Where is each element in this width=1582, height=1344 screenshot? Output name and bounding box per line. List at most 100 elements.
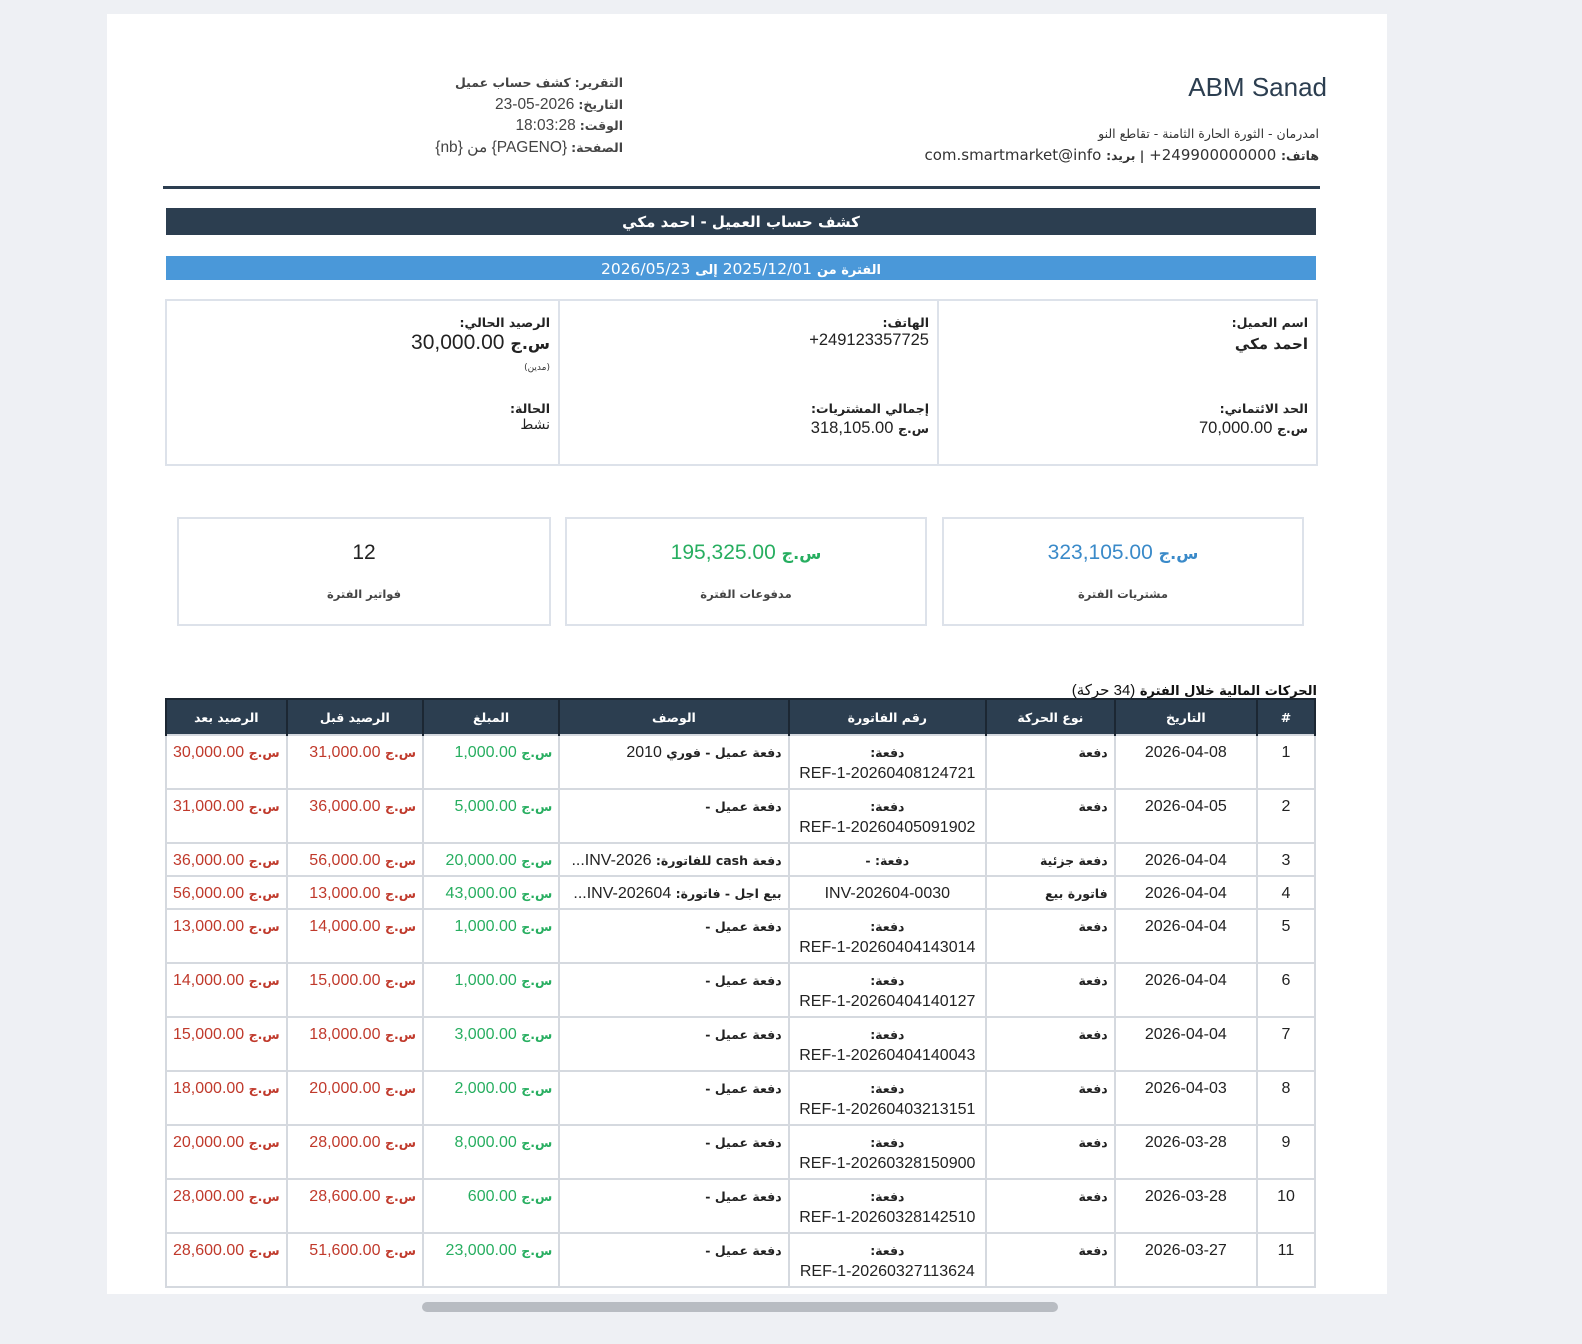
table-row: 2 2026-04-05 دفعة دفعة: REF-1-20260405091902… [165, 788, 1317, 844]
currency-label: س.ج [248, 1243, 280, 1258]
period-bar: الفترة من 2025/12/01 إلى 2026/05/23 [166, 256, 1316, 280]
transactions-caption-text: الحركات المالية خلال الفترة [1139, 684, 1317, 699]
row-balance-after: س.ج 13,000.00 [165, 908, 288, 964]
row-description: دفعة عميل - [558, 1070, 790, 1126]
row-type: دفعة جزئية [985, 842, 1116, 877]
row-invoice-number: REF-1-20260404140043 [799, 1047, 976, 1064]
row-description: دفعة عميل - [558, 1016, 790, 1072]
row-invoice: دفعة: REF-1-20260328142510 [787, 1178, 988, 1234]
currency-label: س.ج [384, 1243, 416, 1258]
currency-label: س.ج [521, 745, 553, 760]
row-amount-value: 1,000.00 [454, 918, 517, 935]
row-description: دفعة عميل - [558, 962, 790, 1018]
time-label: الوقت: [579, 118, 623, 133]
row-type: دفعة [985, 1232, 1116, 1288]
currency-label: س.ج [248, 886, 280, 901]
row-type: دفعة [985, 1016, 1116, 1072]
horizontal-scrollbar[interactable] [422, 1302, 1058, 1312]
row-date: 2026-04-04 [1113, 842, 1258, 877]
row-number: 6 [1255, 962, 1317, 1018]
row-balance-before: س.ج 31,000.00 [285, 734, 424, 790]
balance-note: (مدين) [524, 363, 550, 373]
row-balance-before-value: 13,000.00 [309, 885, 381, 902]
currency-label: س.ج [248, 853, 280, 868]
row-description: بيع اجل - فاتورة: INV-202604... [558, 875, 790, 910]
row-date: 2026-04-08 [1113, 734, 1258, 790]
row-balance-after: س.ج 14,000.00 [165, 962, 288, 1018]
row-amount: س.ج 3,000.00 [421, 1016, 561, 1072]
row-balance-after: س.ج 20,000.00 [165, 1124, 288, 1180]
currency-label: س.ج [248, 799, 280, 814]
currency-label: س.ج [384, 919, 416, 934]
currency-label: س.ج [384, 1189, 416, 1204]
row-description-text: دفعة عميل - [705, 1189, 782, 1204]
stat-payments-value: س.ج 195,325.00 [567, 541, 925, 565]
row-date: 2026-03-28 [1113, 1178, 1258, 1234]
customer-phone-value: +249123357725 [809, 331, 929, 349]
row-balance-after-value: 18,000.00 [173, 1080, 245, 1097]
row-number: 7 [1255, 1016, 1317, 1072]
company-contact: هاتف: +249900000000 | بريد: com.smartmar… [924, 146, 1319, 164]
row-balance-before: س.ج 28,000.00 [285, 1124, 424, 1180]
row-amount-value: 43,000.00 [445, 885, 517, 902]
row-invoice: دفعة: REF-1-20260403213151 [787, 1070, 988, 1126]
row-balance-before-value: 18,000.00 [309, 1026, 381, 1043]
balance-label: الرصيد الحالي: [459, 315, 550, 330]
currency-label: س.ج [384, 886, 416, 901]
row-type: دفعة [985, 1178, 1116, 1234]
row-balance-after-value: 30,000.00 [173, 744, 245, 761]
email-value: com.smartmarket@info [924, 146, 1102, 164]
table-row: 7 2026-04-04 دفعة دفعة: REF-1-20260404140043… [165, 1016, 1317, 1072]
row-description-text: دفعة cash للفاتورة: [655, 853, 782, 868]
row-description: دفعة عميل - فوري 2010 [558, 734, 790, 790]
row-balance-before-value: 31,000.00 [309, 744, 381, 761]
row-amount-value: 23,000.00 [445, 1242, 517, 1259]
row-balance-after-value: 20,000.00 [173, 1134, 245, 1151]
row-balance-after: س.ج 28,600.00 [165, 1232, 288, 1288]
col-header-invoice: رقم الفاتورة [787, 699, 988, 735]
col-header-balance-before: الرصيد قبل [285, 699, 424, 735]
row-description: دفعة عميل - [558, 1124, 790, 1180]
date-label: التاريخ: [578, 96, 623, 112]
row-number: 1 [1255, 734, 1317, 790]
row-description-text: دفعة عميل - [705, 1135, 782, 1150]
currency-label: س.ج [521, 1027, 553, 1042]
total-purchases-value: س.ج 318,105.00 [811, 419, 929, 438]
row-balance-after: س.ج 28,000.00 [165, 1178, 288, 1234]
currency-label: س.ج [897, 421, 929, 436]
stat-card-invoices: 12 فواتير الفترة [177, 517, 551, 626]
col-header-date: التاريخ [1113, 699, 1258, 735]
currency-label: س.ج [521, 1243, 553, 1258]
currency-label: س.ج [248, 1027, 280, 1042]
statement-title: كشف حساب العميل - احمد مكي [166, 208, 1316, 235]
row-invoice: INV-202604-0030 [787, 875, 988, 910]
email-label: | بريد: [1106, 148, 1145, 163]
currency-label: س.ج [384, 1027, 416, 1042]
row-amount: س.ج 1,000.00 [421, 734, 561, 790]
customer-name: احمد مكي [1234, 335, 1308, 353]
row-balance-before-value: 28,600.00 [309, 1188, 381, 1205]
credit-limit-amount: 70,000.00 [1198, 419, 1273, 437]
row-amount-value: 1,000.00 [454, 972, 517, 989]
row-invoice: دفعة: REF-1-20260404140043 [787, 1016, 988, 1072]
row-description-text: دفعة عميل - [705, 1081, 782, 1096]
row-invoice: دفعة: REF-1-20260408124721 [787, 734, 988, 790]
row-balance-after: س.ج 56,000.00 [165, 875, 288, 910]
row-balance-after-value: 15,000.00 [173, 1026, 245, 1043]
row-invoice-number: REF-1-20260327113624 [799, 1263, 975, 1280]
currency-label: س.ج [248, 1081, 280, 1096]
row-amount: س.ج 2,000.00 [421, 1070, 561, 1126]
row-type: دفعة [985, 908, 1116, 964]
row-amount: س.ج 600.00 [421, 1178, 561, 1234]
row-amount-value: 3,000.00 [454, 1026, 517, 1043]
row-balance-before: س.ج 13,000.00 [285, 875, 424, 910]
row-balance-after: س.ج 18,000.00 [165, 1070, 288, 1126]
report-meta: التقرير: كشف حساب عميل التاريخ: 2026-05-… [303, 72, 623, 158]
company-address: امدرمان - الثورة الحارة الثامنة - تقاطع … [1098, 126, 1319, 141]
row-invoice-label: دفعة: [870, 919, 905, 934]
stat-invoices-value: 12 [352, 541, 376, 564]
currency-label: س.ج [384, 1081, 416, 1096]
phone-value: +249900000000 [1149, 146, 1277, 164]
row-invoice-label: دفعة: [870, 799, 905, 814]
report-label: التقرير: [574, 75, 623, 90]
